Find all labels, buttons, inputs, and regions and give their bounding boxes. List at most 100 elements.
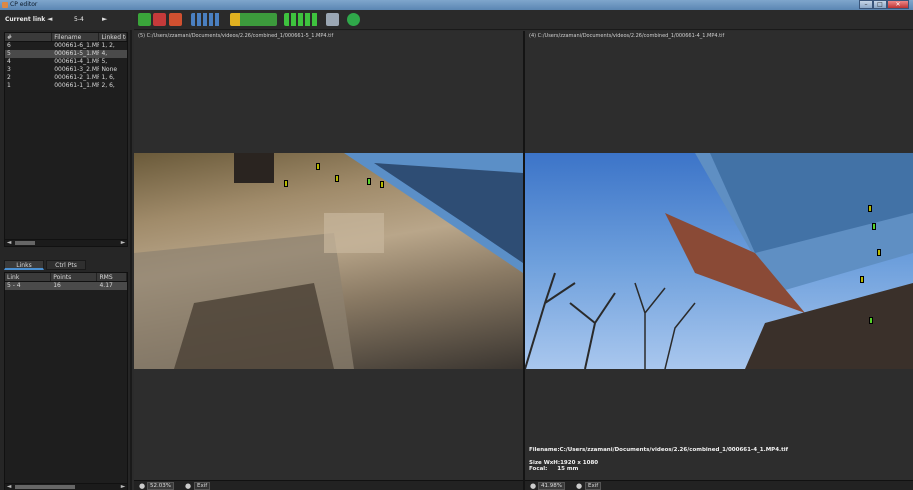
control-point[interactable] [284, 180, 288, 187]
left-photo-scene [134, 153, 523, 369]
image-focal: Focal: 15 mm [529, 466, 578, 472]
linked-to-cell: None [101, 66, 118, 73]
link-cell: 5 - 4 [7, 282, 21, 289]
window-controls: – □ ✕ [859, 0, 909, 9]
app-icon [2, 2, 8, 8]
points-cell: 16 [53, 282, 61, 289]
right-statusbar: ● 41.98% ● Exif [525, 480, 913, 490]
number-cell: 1 [7, 82, 11, 89]
zoom-in-icon[interactable]: ● [575, 482, 583, 490]
title-bar: CP editor – □ ✕ [0, 0, 913, 10]
tab-ctrl-pts[interactable]: Ctrl Pts [46, 260, 86, 270]
number-cell: 5 [7, 50, 11, 57]
table-row[interactable]: 6 000661-6_1.MP...1, 2, [5, 42, 127, 50]
scroll-left-icon[interactable]: ◄ [5, 484, 13, 490]
link-tabs: Links Ctrl Pts [4, 260, 128, 270]
column-header-link[interactable]: Link [5, 273, 52, 281]
help-icon[interactable] [347, 13, 360, 26]
right-photo[interactable] [525, 153, 913, 369]
toolbar [134, 10, 913, 30]
match-icon[interactable] [284, 13, 318, 26]
delete-icon[interactable] [153, 13, 166, 26]
window-title: CP editor [10, 1, 38, 8]
remove-icon[interactable] [169, 13, 182, 26]
focal-value: 15 mm [557, 466, 579, 472]
scroll-thumb[interactable] [15, 241, 35, 245]
detect-icon[interactable] [191, 13, 221, 26]
left-photo[interactable] [134, 153, 523, 369]
column-header-rms[interactable]: RMS [97, 273, 127, 281]
images-table-header: # Filename Linked to [5, 33, 127, 42]
linked-to-cell: 2, 6, [101, 82, 115, 89]
scroll-thumb[interactable] [15, 485, 75, 489]
table-row[interactable]: 5 000661-5_1.MP...4, [5, 50, 127, 58]
images-table-hscroll[interactable]: ◄ ► [4, 239, 128, 247]
right-zoom-field[interactable]: 41.98% [538, 482, 565, 490]
optimize-icon[interactable] [230, 13, 277, 26]
control-point[interactable] [860, 276, 864, 283]
minimize-button[interactable]: – [859, 0, 873, 9]
table-row[interactable]: 2 000661-2_1.MP...1, 6, [5, 74, 127, 82]
filename-cell: 000661-3_2.MP... [54, 66, 100, 73]
table-row[interactable]: 5 - 4 16 4.17 [5, 282, 127, 290]
control-point[interactable] [380, 181, 384, 188]
left-image-path: (5) C:/Users/zzamani/Documents/videos/2.… [138, 33, 334, 39]
settings-icon[interactable] [326, 13, 339, 26]
current-link-bar: Current link ◄ 5-4 ► [0, 10, 132, 30]
images-table: # Filename Linked to 6 000661-6_1.MP...1,… [4, 32, 128, 247]
zoom-out-icon[interactable]: ● [529, 482, 537, 490]
table-row[interactable]: 4 000661-4_1.MP...5, [5, 58, 127, 66]
number-cell: 3 [7, 66, 11, 73]
current-link-value: 5-4 [74, 16, 84, 23]
column-header-filename[interactable]: Filename [52, 33, 100, 41]
next-link-icon[interactable]: ► [102, 15, 107, 23]
control-point[interactable] [872, 223, 876, 230]
right-image-pane[interactable]: (4) C:/Users/zzamani/Documents/videos/2.… [525, 31, 913, 490]
right-image-path: (4) C:/Users/zzamani/Documents/videos/2.… [529, 33, 725, 39]
save-icon[interactable] [138, 13, 151, 26]
tab-links[interactable]: Links [4, 260, 44, 270]
column-header-points[interactable]: Points [51, 273, 98, 281]
previous-link-icon[interactable]: ◄ [47, 15, 52, 23]
left-exif-button[interactable]: Exif [194, 482, 211, 490]
control-point[interactable] [868, 205, 872, 212]
control-point[interactable] [335, 175, 339, 182]
control-point[interactable] [316, 163, 320, 170]
right-exif-button[interactable]: Exif [585, 482, 602, 490]
left-statusbar: ● 52.03% ● Exif [134, 480, 523, 490]
scroll-right-icon[interactable]: ► [119, 484, 127, 490]
close-button[interactable]: ✕ [887, 0, 909, 9]
links-table: Link Points RMS 5 - 4 16 4.17 [4, 272, 128, 484]
control-point[interactable] [869, 317, 873, 324]
filename-cell: 000661-6_1.MP... [54, 42, 100, 49]
rms-cell: 4.17 [99, 282, 113, 289]
linked-to-cell: 5, [101, 58, 108, 65]
column-header-number[interactable]: # [5, 33, 53, 41]
column-header-linked-to[interactable]: Linked to [99, 33, 127, 41]
linked-to-cell: 1, 2, [101, 42, 115, 49]
links-table-hscroll[interactable]: ◄ ► [4, 483, 128, 490]
linked-to-cell: 4, [101, 50, 108, 57]
left-image-pane[interactable]: (5) C:/Users/zzamani/Documents/videos/2.… [134, 31, 523, 490]
left-zoom-field[interactable]: 52.03% [147, 482, 174, 490]
scroll-right-icon[interactable]: ► [119, 240, 127, 246]
zoom-in-icon[interactable]: ● [184, 482, 192, 490]
control-point[interactable] [877, 249, 881, 256]
links-table-header: Link Points RMS [5, 273, 127, 282]
number-cell: 2 [7, 74, 11, 81]
zoom-out-icon[interactable]: ● [138, 482, 146, 490]
left-panel: Current link ◄ 5-4 ► # Filename Linked t… [0, 10, 132, 490]
table-row[interactable]: 1 000661-1_1.MP...2, 6, [5, 82, 127, 90]
right-photo-scene [525, 153, 913, 369]
number-cell: 6 [7, 42, 11, 49]
current-link-label: Current link [5, 16, 46, 23]
image-filename: Filename:C:/Users/zzamani/Documents/vide… [529, 447, 789, 453]
scroll-left-icon[interactable]: ◄ [5, 240, 13, 246]
focal-label: Focal: [529, 466, 548, 472]
control-point[interactable] [367, 178, 371, 185]
filename-cell: 000661-5_1.MP... [54, 50, 100, 57]
filename-cell: 000661-4_1.MP... [54, 58, 100, 65]
table-row[interactable]: 3 000661-3_2.MP...None [5, 66, 127, 74]
number-cell: 4 [7, 58, 11, 65]
maximize-button[interactable]: □ [873, 0, 887, 9]
